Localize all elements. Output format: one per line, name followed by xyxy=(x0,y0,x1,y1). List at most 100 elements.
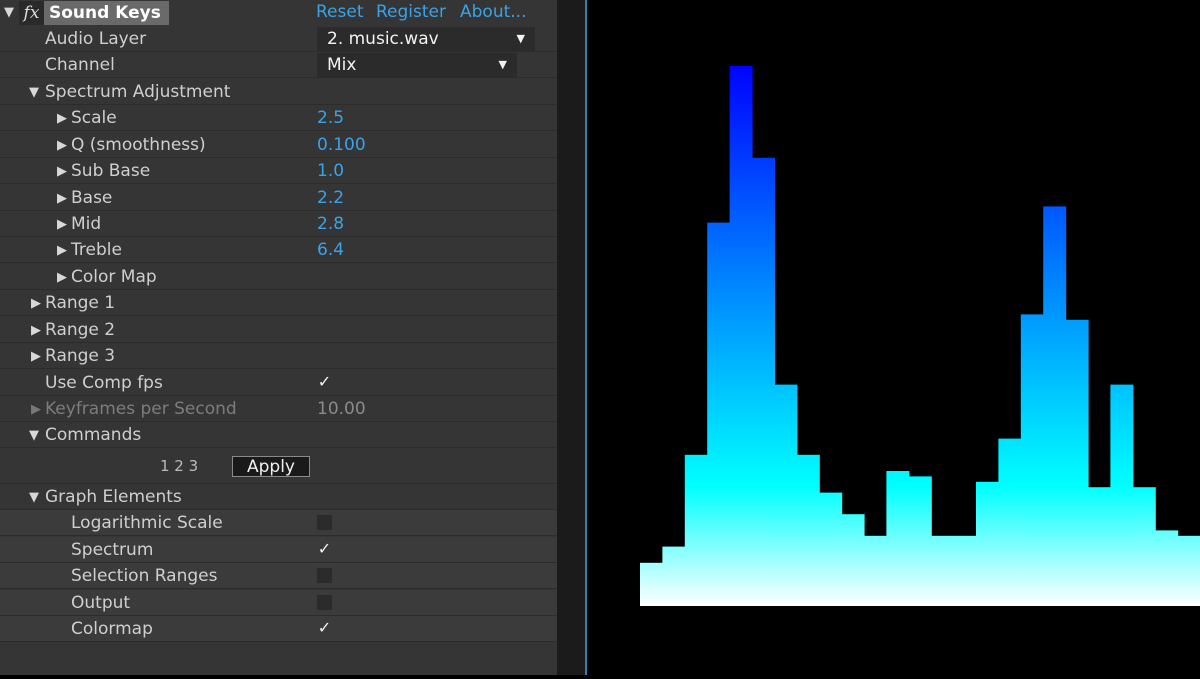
expanded-triangle-icon[interactable]: ▼ xyxy=(29,85,39,100)
collapsed-triangle-icon[interactable]: ▶ xyxy=(31,296,41,311)
selection-ranges-label: Selection Ranges xyxy=(71,566,218,586)
logarithmic-scale-checkbox[interactable] xyxy=(316,514,333,531)
row-q-smoothness[interactable]: ▶ Q (smoothness) 0.100 xyxy=(0,132,557,158)
row-sub-base[interactable]: ▶ Sub Base 1.0 xyxy=(0,158,557,184)
range-3-label: Range 3 xyxy=(45,346,116,366)
about-link[interactable]: About... xyxy=(460,2,526,22)
selection-ranges-checkbox[interactable] xyxy=(316,567,333,584)
row-color-map[interactable]: ▶ Color Map xyxy=(0,264,557,290)
collapsed-triangle-icon[interactable]: ▶ xyxy=(57,164,67,179)
row-scale[interactable]: ▶ Scale 2.5 xyxy=(0,105,557,131)
keyframes-per-second-label: Keyframes per Second xyxy=(45,399,237,419)
sound-keys-window: ▼ fx Sound Keys Reset Register About... … xyxy=(0,0,1200,675)
spectrum-bar xyxy=(640,562,663,606)
command-number-icons[interactable]: 1 2 3 xyxy=(160,457,198,475)
sub-base-value[interactable]: 1.0 xyxy=(317,161,344,181)
spectrum-bar xyxy=(953,535,977,606)
row-commands[interactable]: ▼ Commands xyxy=(0,422,557,448)
spectrum-label: Spectrum xyxy=(71,540,154,560)
row-selection-ranges: Selection Ranges xyxy=(0,563,557,589)
collapsed-triangle-icon[interactable]: ▶ xyxy=(57,138,67,153)
use-comp-fps-checkbox[interactable]: ✓ xyxy=(316,373,333,390)
collapsed-triangle-icon[interactable]: ▶ xyxy=(57,217,67,232)
base-value[interactable]: 2.2 xyxy=(317,188,344,208)
register-link[interactable]: Register xyxy=(376,2,446,22)
row-graph-elements[interactable]: ▼ Graph Elements xyxy=(0,484,557,510)
apply-button[interactable]: Apply xyxy=(232,456,310,477)
colormap-label: Colormap xyxy=(71,619,153,639)
row-treble[interactable]: ▶ Treble 6.4 xyxy=(0,237,557,263)
audio-layer-value: 2. music.wav xyxy=(327,29,439,49)
colormap-checkbox[interactable]: ✓ xyxy=(316,619,333,636)
panel-divider[interactable] xyxy=(557,0,585,675)
collapsed-triangle-icon[interactable]: ▶ xyxy=(57,111,67,126)
spectrum-bar xyxy=(1110,384,1134,606)
collapsed-triangle-icon[interactable]: ▶ xyxy=(31,323,41,338)
audio-layer-dropdown[interactable]: 2. music.wav ▼ xyxy=(317,27,535,51)
spectrum-bar xyxy=(774,384,798,606)
scale-value[interactable]: 2.5 xyxy=(317,108,344,128)
chevron-down-icon: ▼ xyxy=(516,32,525,45)
sub-base-label: Sub Base xyxy=(71,161,151,181)
expanded-triangle-icon[interactable]: ▼ xyxy=(29,428,39,443)
spectrum-bar xyxy=(1177,535,1200,606)
row-audio-layer: Audio Layer 2. music.wav ▼ xyxy=(0,26,557,52)
base-label: Base xyxy=(71,188,113,208)
spectrum-bar xyxy=(752,157,775,607)
spectrum-bar xyxy=(819,492,843,606)
row-spectrum: Spectrum ✓ xyxy=(0,537,557,563)
scale-label: Scale xyxy=(71,108,117,128)
spectrum-bar xyxy=(684,454,708,606)
spectrum-bar xyxy=(1043,206,1067,606)
panel-divider-highlight xyxy=(585,0,587,675)
collapse-triangle-icon[interactable]: ▼ xyxy=(4,5,14,20)
collapsed-triangle-icon[interactable]: ▶ xyxy=(57,191,67,206)
reset-link[interactable]: Reset xyxy=(316,2,364,22)
row-spectrum-adjustment[interactable]: ▼ Spectrum Adjustment xyxy=(0,79,557,105)
spectrum-checkbox[interactable]: ✓ xyxy=(316,540,333,557)
graph-elements-label: Graph Elements xyxy=(45,487,182,507)
q-value[interactable]: 0.100 xyxy=(317,135,366,155)
collapsed-triangle-icon[interactable]: ▶ xyxy=(57,243,67,258)
row-base[interactable]: ▶ Base 2.2 xyxy=(0,185,557,211)
color-map-label: Color Map xyxy=(71,267,157,287)
spectrum-bar xyxy=(1088,487,1111,606)
collapsed-triangle-icon[interactable]: ▶ xyxy=(57,270,67,285)
row-mid[interactable]: ▶ Mid 2.8 xyxy=(0,211,557,237)
row-commands-controls: 1 2 3 Apply xyxy=(0,449,557,484)
spectrum-bar xyxy=(1065,319,1089,606)
mid-value[interactable]: 2.8 xyxy=(317,214,344,234)
output-checkbox[interactable] xyxy=(316,594,333,611)
channel-dropdown[interactable]: Mix ▼ xyxy=(317,53,517,77)
spectrum-bar xyxy=(1155,530,1179,606)
treble-label: Treble xyxy=(71,240,122,260)
treble-value[interactable]: 6.4 xyxy=(317,240,344,260)
output-label: Output xyxy=(71,593,131,613)
row-colormap: Colormap ✓ xyxy=(0,616,557,642)
row-range-1[interactable]: ▶ Range 1 xyxy=(0,290,557,316)
spectrum-bar xyxy=(864,535,887,606)
spectrum-adjustment-label: Spectrum Adjustment xyxy=(45,82,231,102)
spectrum-bar xyxy=(998,438,1022,606)
row-logarithmic-scale: Logarithmic Scale xyxy=(0,510,557,536)
row-range-3[interactable]: ▶ Range 3 xyxy=(0,343,557,369)
range-1-label: Range 1 xyxy=(45,293,116,313)
spectrum-bar xyxy=(662,546,686,606)
spectrum-bar xyxy=(1132,487,1156,606)
row-output: Output xyxy=(0,590,557,616)
spectrum-graph xyxy=(640,66,1200,607)
channel-label: Channel xyxy=(45,55,115,75)
row-channel: Channel Mix ▼ xyxy=(0,52,557,78)
expanded-triangle-icon[interactable]: ▼ xyxy=(29,490,39,505)
keyframes-per-second-value: 10.00 xyxy=(317,399,366,419)
row-range-2[interactable]: ▶ Range 2 xyxy=(0,317,557,343)
collapsed-triangle-icon[interactable]: ▶ xyxy=(31,349,41,364)
spectrum-bar xyxy=(931,535,955,606)
use-comp-fps-label: Use Comp fps xyxy=(45,373,163,393)
spectrum-bar xyxy=(707,222,731,606)
effect-title: Sound Keys xyxy=(44,1,169,25)
spectrum-bar xyxy=(1020,314,1044,606)
mid-label: Mid xyxy=(71,214,102,234)
fx-icon[interactable]: fx xyxy=(19,1,44,25)
spectrum-bar xyxy=(796,454,820,606)
